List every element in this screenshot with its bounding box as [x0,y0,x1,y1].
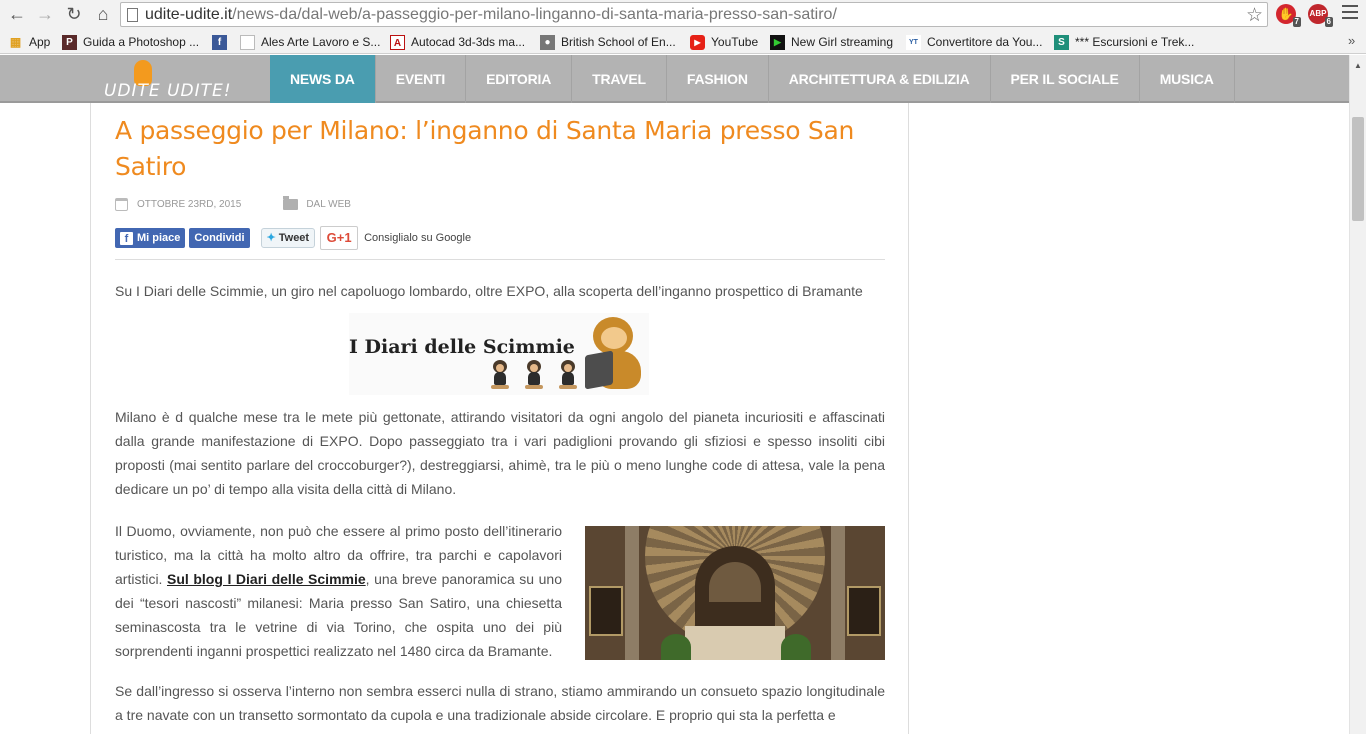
bookmark-label: *** Escursioni e Trek... [1075,35,1195,49]
tweet-button[interactable]: ✦ Tweet [260,228,316,248]
home-icon[interactable]: ⌂ [92,3,114,25]
monkey-icon [525,360,543,390]
browser-toolbar: ← → ↻ ⌂ udite-udite.it/news-da/dal-web/a… [0,0,1366,29]
bookmark-british-school[interactable]: ● British School of En... [540,33,676,51]
article: A passeggio per Milano: l’inganno di San… [90,103,909,734]
scroll-up-icon[interactable]: ▲ [1354,61,1362,70]
menu-item-musica[interactable]: MUSICA [1140,55,1235,103]
site-header: UDITE UDITE! NEWS DA EVENTI EDITORIA TRA… [0,55,1349,103]
site-logo[interactable]: UDITE UDITE! [104,58,264,102]
article-paragraph: Il Duomo, ovviamente, non può che essere… [115,519,562,663]
back-arrow-icon[interactable]: ← [6,3,28,25]
tweet-label: Tweet [278,232,310,244]
facebook-like-button[interactable]: f Mi piace [115,228,186,248]
bookmark-facebook[interactable]: f [212,33,233,51]
web-page: UDITE UDITE! NEWS DA EVENTI EDITORIA TRA… [0,55,1366,734]
youtube-icon: ▶ [690,34,705,50]
bookmark-autocad[interactable]: A Autocad 3d-3ds ma... [390,33,525,51]
folder-icon [283,195,299,210]
article-paragraph: Se dall’ingresso si osserva l’interno no… [115,683,885,723]
trekking-icon: S [1054,34,1069,50]
url-domain: udite-udite.it [145,6,233,23]
bookmark-ales[interactable]: Ales Arte Lavoro e S... [240,33,380,51]
share-bar: f Mi piace Condividi ✦ Tweet G+1 Consiglia… [115,226,471,250]
bookmark-label: Guida a Photoshop ... [83,35,200,49]
reload-icon[interactable]: ↻ [63,3,85,25]
scroll-thumb[interactable] [1352,117,1364,221]
google-plus-button[interactable]: G+1 [320,226,359,250]
bookmark-youtube[interactable]: ▶ YouTube [690,33,758,51]
menu-item-per-il-sociale[interactable]: PER IL SOCIALE [991,55,1140,103]
address-url[interactable]: udite-udite.it/news-da/dal-web/a-passegg… [145,6,837,24]
monkey-icon [559,360,577,390]
article-meta: OTTOBRE 23RD, 2015 DAL WEB [115,195,351,212]
google-plus-label: Consiglialo su Google [364,232,472,244]
menu-item-fashion[interactable]: FASHION [667,55,769,103]
church-interior-photo[interactable] [585,526,885,660]
adblock-plus-icon[interactable]: ABP 6 [1308,4,1333,27]
fb-like-label: Mi piace [137,232,181,244]
laptop-icon [585,350,613,390]
photoshop-icon: P [62,34,77,50]
bookmark-label: New Girl streaming [791,35,894,49]
bookmark-label: Autocad 3d-3ds ma... [411,35,526,49]
twitter-bird-icon: ✦ [266,232,276,244]
facebook-icon: f [120,231,133,245]
main-menu: NEWS DA EVENTI EDITORIA TRAVEL FASHION A… [270,55,1235,103]
adblock-badge: 7 [1292,17,1301,27]
monkey-icon [491,360,509,390]
bookmark-escursioni[interactable]: S *** Escursioni e Trek... [1054,33,1194,51]
autocad-icon: A [390,34,405,50]
article-intro: Su I Diari delle Scimmie, un giro nel ca… [115,283,863,299]
bookmark-photoshop[interactable]: P Guida a Photoshop ... [62,33,199,51]
streaming-icon: ▶ [770,34,785,50]
article-paragraph: Milano è d qualche mese tra le mete più … [115,409,885,497]
british-school-icon: ● [540,34,555,50]
bookmark-label: British School of En... [561,35,676,49]
menu-item-news-da[interactable]: NEWS DA [270,55,376,103]
forward-arrow-icon[interactable]: → [34,3,56,25]
bookmark-label: YouTube [711,35,759,49]
url-path: /news-da/dal-web/a-passeggio-per-milano-… [232,6,837,23]
article-title: A passeggio per Milano: l’inganno di San… [115,116,855,181]
logo-text: UDITE UDITE! [104,81,232,101]
menu-item-architettura[interactable]: ARCHITETTURA & EDILIZIA [769,55,991,103]
converter-icon: YT [906,34,921,50]
divider [115,259,885,260]
monkey-with-laptop-icon [583,317,649,393]
bookmark-converter[interactable]: YT Convertitore da You... [906,33,1042,51]
browser-menu-icon[interactable] [1342,5,1358,21]
diari-scimmie-link[interactable]: Sul blog I Diari delle Scimmie [167,571,366,587]
bookmarks-overflow-icon[interactable]: » [1348,33,1355,48]
bookmark-label: App [29,35,51,49]
facebook-share-button[interactable]: Condividi [189,228,250,248]
bookmark-app[interactable]: ▦ App [8,33,51,51]
diari-scimmie-banner[interactable]: I Diari delle Scimmie [349,313,649,395]
menu-item-editoria[interactable]: EDITORIA [466,55,573,103]
adblock-plus-badge: 6 [1324,17,1333,27]
calendar-icon [115,197,128,211]
banner-text: I Diari delle Scimmie [349,336,575,358]
bookmark-new-girl[interactable]: ▶ New Girl streaming [770,33,893,51]
bookmark-label: Ales Arte Lavoro e S... [261,35,381,49]
apps-grid-icon: ▦ [9,34,22,49]
bookmark-label: Convertitore da You... [927,35,1043,49]
page-icon [127,8,138,22]
page-icon [240,34,255,50]
bookmarks-bar: ▦ App P Guida a Photoshop ... f Ales Arte … [0,29,1366,54]
menu-item-travel[interactable]: TRAVEL [572,55,667,103]
bookmark-star-icon[interactable]: ☆ [1246,4,1263,27]
facebook-icon: f [212,34,227,50]
adblock-icon[interactable]: ✋ 7 [1276,4,1301,27]
article-category[interactable]: DAL WEB [306,199,351,210]
page-scrollbar[interactable]: ▲ [1349,55,1366,734]
article-date: OTTOBRE 23RD, 2015 [137,198,242,210]
address-bar[interactable]: udite-udite.it/news-da/dal-web/a-passegg… [120,2,1268,27]
menu-item-eventi[interactable]: EVENTI [376,55,467,103]
